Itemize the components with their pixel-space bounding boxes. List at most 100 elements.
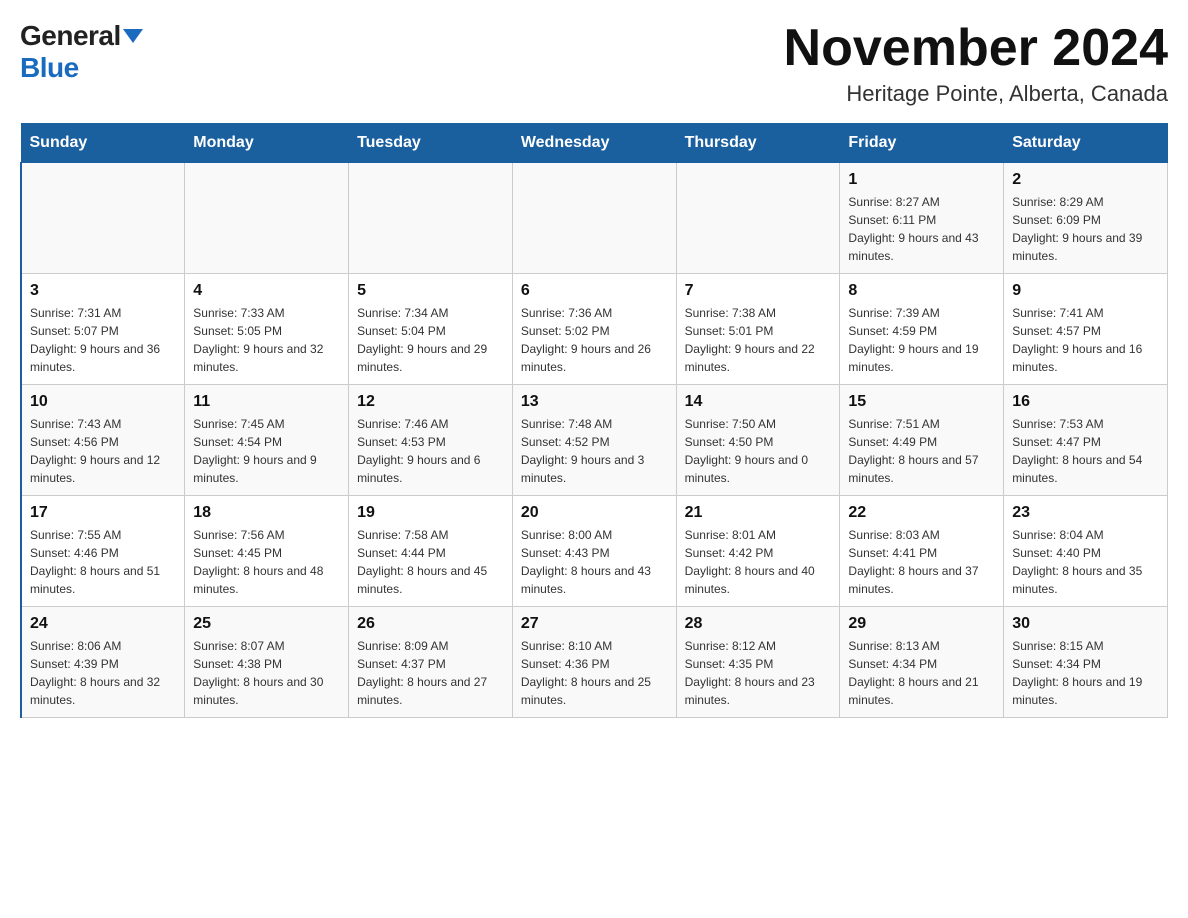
week-row-3: 10 Sunrise: 7:43 AM Sunset: 4:56 PM Dayli… — [21, 385, 1168, 496]
day-number: 8 — [848, 282, 995, 300]
day-cell: 21 Sunrise: 8:01 AM Sunset: 4:42 PM Dayli… — [676, 496, 840, 607]
day-info: Sunrise: 7:43 AM Sunset: 4:56 PM Dayligh… — [30, 415, 176, 487]
month-year-title: November 2024 — [784, 20, 1168, 77]
day-info: Sunrise: 7:58 AM Sunset: 4:44 PM Dayligh… — [357, 526, 504, 598]
week-row-2: 3 Sunrise: 7:31 AM Sunset: 5:07 PM Daylig… — [21, 274, 1168, 385]
day-number: 15 — [848, 393, 995, 411]
day-info: Sunrise: 8:13 AM Sunset: 4:34 PM Dayligh… — [848, 637, 995, 709]
day-number: 17 — [30, 504, 176, 522]
day-info: Sunrise: 8:06 AM Sunset: 4:39 PM Dayligh… — [30, 637, 176, 709]
day-info: Sunrise: 8:15 AM Sunset: 4:34 PM Dayligh… — [1012, 637, 1159, 709]
day-number: 5 — [357, 282, 504, 300]
weekday-header-saturday: Saturday — [1004, 124, 1168, 163]
week-row-5: 24 Sunrise: 8:06 AM Sunset: 4:39 PM Dayli… — [21, 607, 1168, 718]
day-number: 20 — [521, 504, 668, 522]
day-number: 1 — [848, 171, 995, 189]
day-info: Sunrise: 7:39 AM Sunset: 4:59 PM Dayligh… — [848, 304, 995, 376]
day-info: Sunrise: 7:33 AM Sunset: 5:05 PM Dayligh… — [193, 304, 340, 376]
day-cell: 25 Sunrise: 8:07 AM Sunset: 4:38 PM Dayli… — [185, 607, 349, 718]
day-info: Sunrise: 8:09 AM Sunset: 4:37 PM Dayligh… — [357, 637, 504, 709]
day-info: Sunrise: 8:29 AM Sunset: 6:09 PM Dayligh… — [1012, 193, 1159, 265]
weekday-header-monday: Monday — [185, 124, 349, 163]
day-cell: 5 Sunrise: 7:34 AM Sunset: 5:04 PM Daylig… — [349, 274, 513, 385]
day-info: Sunrise: 8:01 AM Sunset: 4:42 PM Dayligh… — [685, 526, 832, 598]
day-cell: 14 Sunrise: 7:50 AM Sunset: 4:50 PM Dayli… — [676, 385, 840, 496]
day-number: 4 — [193, 282, 340, 300]
day-info: Sunrise: 7:51 AM Sunset: 4:49 PM Dayligh… — [848, 415, 995, 487]
day-cell: 30Sunrise: 8:15 AM Sunset: 4:34 PM Dayli… — [1004, 607, 1168, 718]
day-info: Sunrise: 7:56 AM Sunset: 4:45 PM Dayligh… — [193, 526, 340, 598]
weekday-header-sunday: Sunday — [21, 124, 185, 163]
day-cell — [21, 163, 185, 274]
day-number: 25 — [193, 615, 340, 633]
day-cell — [512, 163, 676, 274]
day-cell: 1 Sunrise: 8:27 AM Sunset: 6:11 PM Daylig… — [840, 163, 1004, 274]
logo-triangle-icon — [123, 29, 143, 43]
day-info: Sunrise: 7:50 AM Sunset: 4:50 PM Dayligh… — [685, 415, 832, 487]
day-info: Sunrise: 7:34 AM Sunset: 5:04 PM Dayligh… — [357, 304, 504, 376]
day-cell: 28Sunrise: 8:12 AM Sunset: 4:35 PM Dayli… — [676, 607, 840, 718]
day-cell: 16Sunrise: 7:53 AM Sunset: 4:47 PM Dayli… — [1004, 385, 1168, 496]
day-info: Sunrise: 8:07 AM Sunset: 4:38 PM Dayligh… — [193, 637, 340, 709]
day-number: 14 — [685, 393, 832, 411]
day-cell: 18 Sunrise: 7:56 AM Sunset: 4:45 PM Dayli… — [185, 496, 349, 607]
day-cell: 12 Sunrise: 7:46 AM Sunset: 4:53 PM Dayli… — [349, 385, 513, 496]
page-header: General Blue November 2024 Heritage Poin… — [20, 20, 1168, 107]
day-number: 29 — [848, 615, 995, 633]
day-cell: 8 Sunrise: 7:39 AM Sunset: 4:59 PM Daylig… — [840, 274, 1004, 385]
day-info: Sunrise: 7:48 AM Sunset: 4:52 PM Dayligh… — [521, 415, 668, 487]
day-cell: 22Sunrise: 8:03 AM Sunset: 4:41 PM Dayli… — [840, 496, 1004, 607]
logo-general: General — [20, 20, 121, 52]
day-cell: 20 Sunrise: 8:00 AM Sunset: 4:43 PM Dayli… — [512, 496, 676, 607]
day-number: 18 — [193, 504, 340, 522]
day-number: 26 — [357, 615, 504, 633]
day-cell: 29 Sunrise: 8:13 AM Sunset: 4:34 PM Dayli… — [840, 607, 1004, 718]
day-info: Sunrise: 8:04 AM Sunset: 4:40 PM Dayligh… — [1012, 526, 1159, 598]
day-cell — [349, 163, 513, 274]
weekday-header-friday: Friday — [840, 124, 1004, 163]
day-number: 24 — [30, 615, 176, 633]
day-info: Sunrise: 7:41 AM Sunset: 4:57 PM Dayligh… — [1012, 304, 1159, 376]
day-number: 22 — [848, 504, 995, 522]
day-cell: 2Sunrise: 8:29 AM Sunset: 6:09 PM Daylig… — [1004, 163, 1168, 274]
day-cell: 13 Sunrise: 7:48 AM Sunset: 4:52 PM Dayli… — [512, 385, 676, 496]
day-cell: 19 Sunrise: 7:58 AM Sunset: 4:44 PM Dayli… — [349, 496, 513, 607]
day-number: 13 — [521, 393, 668, 411]
day-number: 23 — [1012, 504, 1159, 522]
day-info: Sunrise: 7:36 AM Sunset: 5:02 PM Dayligh… — [521, 304, 668, 376]
day-cell: 10 Sunrise: 7:43 AM Sunset: 4:56 PM Dayli… — [21, 385, 185, 496]
day-info: Sunrise: 7:31 AM Sunset: 5:07 PM Dayligh… — [30, 304, 176, 376]
weekday-header-tuesday: Tuesday — [349, 124, 513, 163]
day-cell: 15 Sunrise: 7:51 AM Sunset: 4:49 PM Dayli… — [840, 385, 1004, 496]
day-number: 11 — [193, 393, 340, 411]
day-cell: 7Sunrise: 7:38 AM Sunset: 5:01 PM Daylig… — [676, 274, 840, 385]
weekday-header-thursday: Thursday — [676, 124, 840, 163]
day-cell: 17 Sunrise: 7:55 AM Sunset: 4:46 PM Dayli… — [21, 496, 185, 607]
day-number: 12 — [357, 393, 504, 411]
day-cell: 6 Sunrise: 7:36 AM Sunset: 5:02 PM Daylig… — [512, 274, 676, 385]
day-number: 27 — [521, 615, 668, 633]
logo-blue: Blue — [20, 52, 79, 84]
day-number: 9 — [1012, 282, 1159, 300]
day-info: Sunrise: 7:46 AM Sunset: 4:53 PM Dayligh… — [357, 415, 504, 487]
day-info: Sunrise: 7:55 AM Sunset: 4:46 PM Dayligh… — [30, 526, 176, 598]
day-cell — [676, 163, 840, 274]
day-number: 3 — [30, 282, 176, 300]
day-cell — [185, 163, 349, 274]
weekday-header-row: SundayMondayTuesdayWednesdayThursdayFrid… — [21, 124, 1168, 163]
week-row-1: 1 Sunrise: 8:27 AM Sunset: 6:11 PM Daylig… — [21, 163, 1168, 274]
day-number: 16 — [1012, 393, 1159, 411]
day-cell: 11Sunrise: 7:45 AM Sunset: 4:54 PM Dayli… — [185, 385, 349, 496]
title-section: November 2024 Heritage Pointe, Alberta, … — [784, 20, 1168, 107]
location-subtitle: Heritage Pointe, Alberta, Canada — [784, 81, 1168, 107]
day-info: Sunrise: 8:00 AM Sunset: 4:43 PM Dayligh… — [521, 526, 668, 598]
day-number: 6 — [521, 282, 668, 300]
day-number: 19 — [357, 504, 504, 522]
day-number: 10 — [30, 393, 176, 411]
day-number: 7 — [685, 282, 832, 300]
day-cell: 4 Sunrise: 7:33 AM Sunset: 5:05 PM Daylig… — [185, 274, 349, 385]
day-number: 21 — [685, 504, 832, 522]
day-info: Sunrise: 8:27 AM Sunset: 6:11 PM Dayligh… — [848, 193, 995, 265]
weekday-header-wednesday: Wednesday — [512, 124, 676, 163]
day-cell: 9 Sunrise: 7:41 AM Sunset: 4:57 PM Daylig… — [1004, 274, 1168, 385]
